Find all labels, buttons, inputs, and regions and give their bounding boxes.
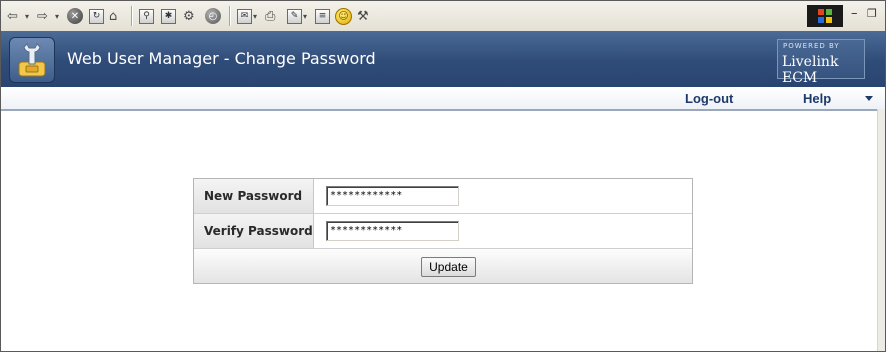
new-password-input[interactable]: ************ <box>326 186 459 206</box>
favorites-icon[interactable]: ✱ <box>161 7 176 25</box>
media-icon[interactable]: ⚙ <box>183 7 195 25</box>
refresh-icon[interactable]: ↻ <box>89 7 104 25</box>
form-footer: Update <box>194 249 692 283</box>
update-button[interactable]: Update <box>421 257 476 277</box>
dropdown-icon[interactable]: ▾ <box>25 7 29 25</box>
minimize-button[interactable]: – <box>851 6 858 21</box>
back-icon[interactable]: ⇦ <box>7 7 18 25</box>
dropdown-icon[interactable]: ▾ <box>253 7 257 25</box>
verify-password-label: Verify Password <box>204 224 313 238</box>
tools-icon[interactable]: ⚒ <box>357 7 369 25</box>
page-title: Web User Manager - Change Password <box>67 49 376 68</box>
scrollbar-track[interactable] <box>877 109 885 351</box>
app-header: Web User Manager - Change Password POWER… <box>1 31 885 87</box>
print-icon[interactable]: ⎙ <box>265 7 275 25</box>
dropdown-icon[interactable]: ▾ <box>55 7 59 25</box>
brand-logo-text: Livelink ECM <box>782 54 839 86</box>
nav-bar: Log-out Help <box>1 87 885 111</box>
restore-button[interactable]: ❐ <box>867 7 877 20</box>
user-manager-icon <box>9 37 55 83</box>
mail-icon[interactable]: ✉ <box>237 7 252 25</box>
powered-by-label: POWERED BY <box>783 42 840 50</box>
messenger-icon[interactable]: ☺ <box>335 7 352 25</box>
dropdown-icon[interactable]: ▾ <box>303 7 307 25</box>
history-icon[interactable]: ◴ <box>205 7 221 25</box>
help-dropdown-icon[interactable] <box>865 96 873 101</box>
stop-icon[interactable]: ✕ <box>67 7 83 25</box>
forward-icon[interactable]: ⇨ <box>37 7 48 25</box>
logout-link[interactable]: Log-out <box>685 91 733 106</box>
new-password-row: New Password ************ <box>194 179 692 214</box>
verify-password-row: Verify Password ************ <box>194 214 692 249</box>
windows-logo-icon <box>807 5 843 27</box>
verify-password-label-cell: Verify Password <box>194 214 314 248</box>
edit-icon[interactable]: ✎ <box>287 7 302 25</box>
verify-password-input[interactable]: ************ <box>326 221 459 241</box>
search-icon[interactable]: ⚲ <box>139 7 154 25</box>
powered-by-badge: POWERED BY Livelink ECM <box>777 39 865 86</box>
discuss-icon[interactable]: ≡ <box>315 7 330 25</box>
home-icon[interactable]: ⌂ <box>109 7 117 25</box>
browser-window: ⇦ ▾ ⇨ ▾ ✕ ↻ ⌂ ⚲ ✱ ⚙ ◴ ✉ ▾ ⎙ ✎ ▾ ≡ ☺ ⚒ – … <box>0 0 886 352</box>
help-link[interactable]: Help <box>803 91 831 106</box>
change-password-form: New Password ************ Verify Passwor… <box>193 178 693 284</box>
browser-toolbar: ⇦ ▾ ⇨ ▾ ✕ ↻ ⌂ ⚲ ✱ ⚙ ◴ ✉ ▾ ⎙ ✎ ▾ ≡ ☺ ⚒ – … <box>1 1 885 32</box>
new-password-label: New Password <box>204 189 303 203</box>
new-password-label-cell: New Password <box>194 179 314 213</box>
